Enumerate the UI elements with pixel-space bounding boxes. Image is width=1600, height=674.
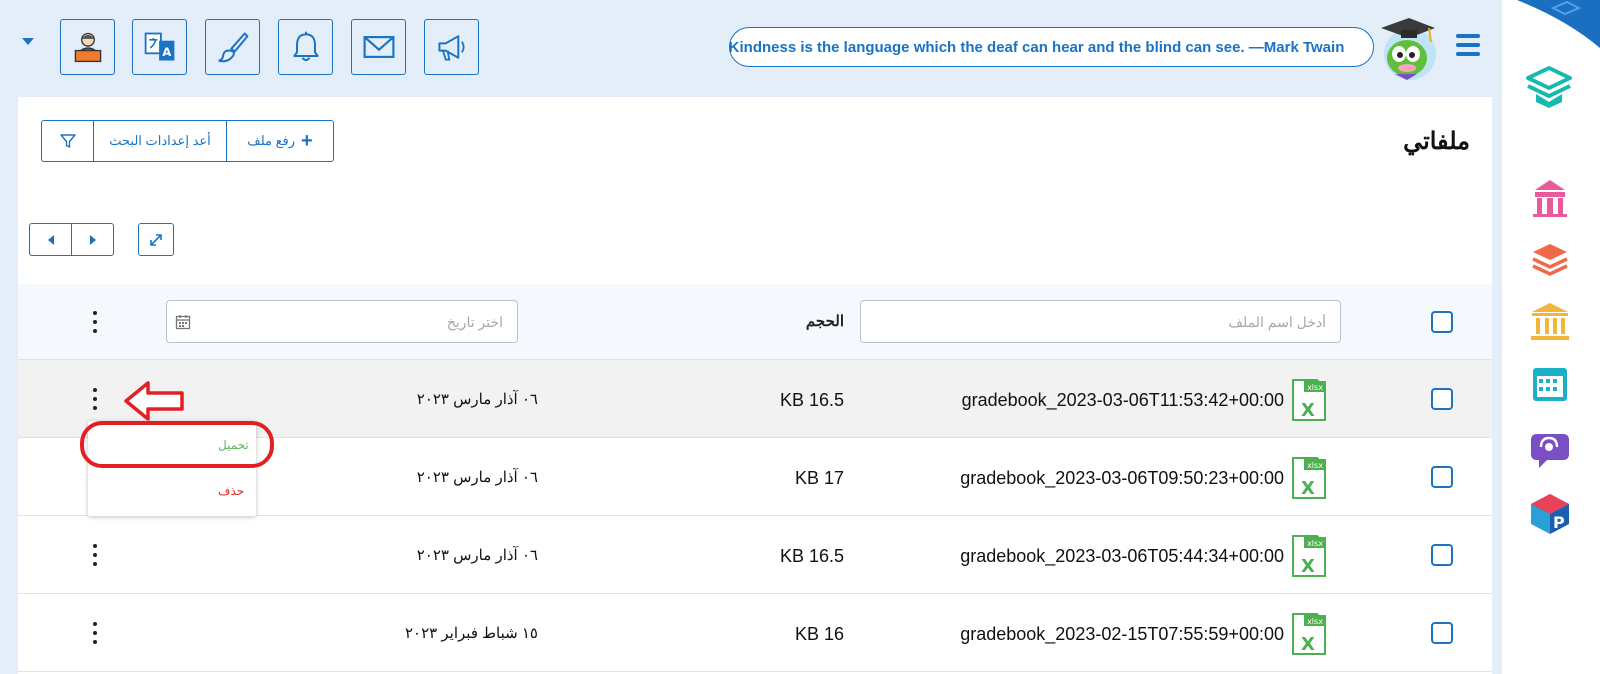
row-action-menu: تحميل حذف <box>88 421 256 516</box>
megaphone-icon <box>437 35 465 61</box>
svg-text:xlsx: xlsx <box>1307 617 1323 626</box>
file-date: ١٥ شباط فبراير ٢٠٢٣ <box>405 625 538 642</box>
row-kebab-menu-icon[interactable] <box>90 388 100 410</box>
table-row[interactable]: xlsx X gradebook_2023-03-06T05:44:34+00:… <box>18 516 1492 594</box>
mascot-dragon-icon <box>1381 18 1436 80</box>
row-kebab-menu-icon[interactable] <box>90 622 100 644</box>
envelope-icon <box>363 36 394 58</box>
expand-button[interactable] <box>138 223 174 256</box>
messages-button[interactable] <box>351 19 406 75</box>
svg-text:X: X <box>1301 400 1315 421</box>
table-header: الحجم <box>18 284 1492 360</box>
svg-text:P: P <box>1553 513 1565 532</box>
upload-file-label: رفع ملف <box>247 133 296 148</box>
school-icon[interactable] <box>1527 176 1573 218</box>
file-size: KB 16.5 <box>779 546 844 566</box>
svg-text:X: X <box>1301 634 1315 655</box>
file-name[interactable]: gradebook_2023-03-06T05:44:34+00:00 <box>960 546 1284 567</box>
corner-flag-icon <box>1517 0 1600 48</box>
delete-menu-item[interactable]: حذف <box>88 471 256 511</box>
app-sidebar: P <box>1502 0 1600 674</box>
prev-page-button[interactable] <box>30 224 72 255</box>
row-kebab-menu-icon[interactable] <box>90 544 100 566</box>
file-date: ٠٦ آذار مارس ٢٠٢٣ <box>416 469 538 486</box>
files-panel: ملفاتي أعد إعدادات البحث + رفع ملف الحجم <box>18 97 1492 674</box>
svg-text:X: X <box>1301 478 1315 499</box>
row-checkbox[interactable] <box>1431 466 1453 488</box>
table-row[interactable]: xlsx X gradebook_2023-02-15T07:55:59+00:… <box>18 594 1492 672</box>
file-name[interactable]: gradebook_2023-02-15T07:55:59+00:00 <box>960 624 1284 645</box>
svg-text:xlsx: xlsx <box>1307 383 1323 392</box>
filter-button[interactable] <box>42 121 94 161</box>
excel-file-icon: xlsx X <box>1292 535 1326 577</box>
quote-banner: Kindness is the language which the deaf … <box>729 27 1374 67</box>
top-bar: A Kindness is the language which the dea… <box>0 0 1500 95</box>
size-column-header: الحجم <box>805 313 844 330</box>
row-checkbox[interactable] <box>1431 388 1453 410</box>
file-name[interactable]: gradebook_2023-03-06T09:50:23+00:00 <box>960 468 1284 489</box>
chevron-down-icon[interactable] <box>22 38 34 45</box>
svg-text:X: X <box>1301 556 1315 577</box>
date-filter-input[interactable] <box>166 300 518 343</box>
reset-search-button[interactable]: أعد إعدادات البحث <box>94 121 227 161</box>
institution-icon[interactable] <box>1527 300 1573 342</box>
calendar-small-icon <box>175 315 191 330</box>
file-date: ٠٦ آذار مارس ٢٠٢٣ <box>416 391 538 408</box>
excel-file-icon: xlsx X <box>1292 379 1326 421</box>
svg-text:xlsx: xlsx <box>1307 539 1323 548</box>
menu-icon[interactable] <box>1456 34 1480 56</box>
file-size: KB 16.5 <box>779 390 844 410</box>
podcast-chat-icon[interactable] <box>1527 428 1573 470</box>
quote-text: Kindness is the language which the deaf … <box>728 38 1345 56</box>
next-page-button[interactable] <box>72 224 113 255</box>
caret-right-icon <box>89 234 96 245</box>
caret-left-icon <box>47 234 54 245</box>
filter-icon <box>59 134 76 148</box>
select-all-checkbox[interactable] <box>1431 311 1453 333</box>
filename-filter-input[interactable] <box>860 300 1341 343</box>
upload-file-button[interactable]: + رفع ملف <box>227 121 333 161</box>
excel-file-icon: xlsx X <box>1292 457 1326 499</box>
plus-icon: + <box>301 129 313 152</box>
translate-icon: A <box>144 32 174 61</box>
calendar-icon[interactable] <box>1527 363 1573 405</box>
svg-text:xlsx: xlsx <box>1307 461 1323 470</box>
profile-button[interactable] <box>60 19 115 75</box>
toolbar-button-group: أعد إعدادات البحث + رفع ملف <box>41 120 334 162</box>
file-size: KB 16 <box>794 624 844 644</box>
paintbrush-icon <box>217 32 248 63</box>
bell-icon <box>292 31 319 62</box>
pagination <box>29 223 114 256</box>
row-checkbox[interactable] <box>1431 544 1453 566</box>
announcements-button[interactable] <box>424 19 479 75</box>
header-kebab-menu-icon[interactable] <box>90 311 100 333</box>
books-icon[interactable] <box>1527 238 1573 280</box>
file-date: ٠٦ آذار مارس ٢٠٢٣ <box>416 547 538 564</box>
expand-arrows-icon <box>150 233 162 246</box>
user-at-desk-icon <box>74 32 101 63</box>
row-checkbox[interactable] <box>1431 622 1453 644</box>
svg-text:A: A <box>162 45 171 59</box>
notifications-button[interactable] <box>278 19 333 75</box>
file-size: KB 17 <box>794 468 844 488</box>
translate-button[interactable]: A <box>132 19 187 75</box>
logo-layers-icon[interactable] <box>1524 64 1574 112</box>
app-cube-icon[interactable]: P <box>1527 492 1573 534</box>
theme-button[interactable] <box>205 19 260 75</box>
download-menu-item[interactable]: تحميل <box>88 425 256 465</box>
file-name[interactable]: gradebook_2023-03-06T11:53:42+00:00 <box>962 390 1284 411</box>
excel-file-icon: xlsx X <box>1292 613 1326 655</box>
page-title: ملفاتي <box>1403 128 1470 155</box>
